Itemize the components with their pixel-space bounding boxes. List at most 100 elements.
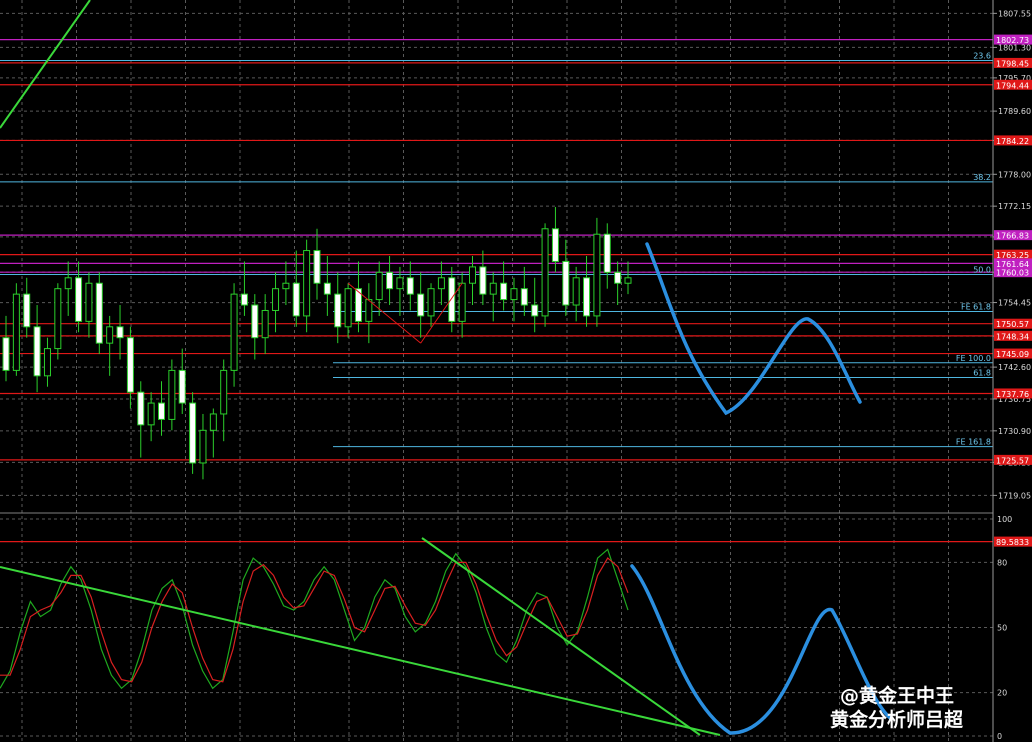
candle-bearish — [95, 282, 103, 344]
candle-bullish — [147, 402, 155, 426]
candle-bullish — [54, 288, 62, 350]
level-tag-label: 1794.44 — [996, 81, 1029, 90]
candle-bearish — [603, 233, 611, 273]
candle-bullish — [282, 282, 290, 290]
candle-bullish — [375, 271, 383, 301]
candle-bearish — [189, 402, 197, 464]
oscillator-axis-label: 20 — [997, 689, 1007, 698]
candle-bearish — [531, 304, 539, 317]
level-tag-label: 1750.57 — [996, 320, 1029, 329]
level-tag-label: 1766.83 — [996, 232, 1029, 241]
price-levels — [0, 38, 993, 461]
level-tag-label: 1737.76 — [996, 390, 1029, 399]
candle-bearish — [75, 277, 83, 322]
level-tag-label: 1760.03 — [996, 269, 1029, 278]
candle-bearish — [2, 337, 10, 371]
fib-label: FE 161.8 — [956, 438, 991, 447]
candle-bullish — [220, 369, 228, 415]
candle-bearish — [417, 293, 425, 317]
price-axis-label: 1719.05 — [998, 491, 1031, 500]
candle-bullish — [12, 293, 20, 371]
candle-bullish — [64, 277, 72, 290]
watermark-line-2: 黄金分析师吕超 — [830, 708, 964, 731]
price-axis-label: 1754.45 — [998, 299, 1031, 308]
level-tag-label: 1748.34 — [996, 332, 1029, 341]
candle-bullish — [396, 277, 404, 290]
oscillator-series-line — [0, 548, 629, 690]
candle-bearish — [292, 282, 300, 317]
candle-bullish — [469, 266, 476, 284]
gold-price-chart: 23.638.250.0FE 61.8FE 100.061.8FE 161.8 … — [0, 0, 1032, 742]
price-axis-label: 1730.90 — [998, 427, 1031, 436]
level-tag-label: 1784.22 — [996, 137, 1029, 146]
zigzag-pattern — [347, 282, 463, 344]
candle-bullish — [230, 293, 238, 371]
candle-bearish — [520, 288, 528, 306]
fib-label: 38.2 — [973, 173, 991, 182]
fibonacci-levels: 23.6 38.2 50.0 FE 61.8 FE 100.0 61.8 FE 161.8 — [0, 51, 993, 448]
candle-bullish — [261, 309, 269, 339]
oscillator-axis: 100 80 50 20 0 — [997, 515, 1012, 741]
candle-bearish — [406, 277, 414, 295]
oscillator-axis-label: 100 — [997, 515, 1012, 524]
candle-bullish — [344, 288, 352, 328]
fib-label: 61.8 — [973, 368, 991, 377]
candle-bearish — [323, 282, 331, 295]
candle-bullish — [593, 233, 601, 317]
candle-bearish — [500, 282, 508, 301]
fib-label: FE 100.0 — [956, 354, 991, 363]
candle-bullish — [272, 288, 280, 311]
level-tag-label: 1802.73 — [996, 36, 1029, 45]
candle-bearish — [479, 266, 487, 295]
oscillator-axis-label: 80 — [997, 558, 1007, 567]
forecast-curve-price — [645, 242, 862, 416]
candle-bearish — [126, 337, 134, 393]
watermark: @黄金王中王 黄金分析师吕超 — [830, 684, 964, 731]
candle-bearish — [551, 228, 559, 262]
candle-bearish — [158, 402, 165, 420]
candle-bullish — [209, 413, 217, 431]
candle-bullish — [427, 288, 435, 317]
candle-bullish — [541, 228, 549, 317]
candle-bullish — [572, 277, 580, 306]
price-axis-label: 1789.60 — [998, 107, 1031, 116]
candlestick-series — [2, 206, 632, 480]
candle-bearish — [583, 277, 591, 317]
price-axis-label: 1807.55 — [998, 9, 1031, 18]
candle-bullish — [624, 277, 632, 284]
oscillator-axis-label: 50 — [997, 624, 1007, 633]
candle-bearish — [240, 293, 248, 306]
level-tag-label: 1745.09 — [996, 350, 1029, 359]
fib-label: 50.0 — [973, 266, 991, 275]
oscillator-trendline-down — [421, 537, 701, 736]
candle-bearish — [386, 271, 394, 290]
watermark-line-1: @黄金王中王 — [840, 684, 954, 707]
candle-bearish — [23, 293, 31, 328]
candle-bullish — [43, 348, 51, 377]
candle-bearish — [334, 293, 342, 328]
candle-bearish — [313, 250, 321, 284]
fib-label: 23.6 — [973, 51, 991, 60]
oscillator-level-tag-label: 89.5833 — [996, 538, 1029, 547]
candle-bullish — [365, 299, 373, 322]
candle-bearish — [448, 277, 456, 322]
candle-bearish — [137, 391, 145, 426]
price-axis-label: 1772.15 — [998, 202, 1031, 211]
level-tag-label: 1725.57 — [996, 456, 1029, 465]
candle-bullish — [458, 282, 466, 322]
candle-bearish — [116, 326, 124, 339]
candle-bullish — [437, 277, 445, 290]
candle-bullish — [489, 282, 497, 295]
forecast-curve-oscillator — [630, 564, 892, 735]
candle-bullish — [85, 282, 93, 322]
candle-bullish — [510, 288, 518, 301]
oscillator-axis-label: 0 — [997, 732, 1002, 741]
candle-bullish — [199, 429, 207, 464]
candle-bearish — [33, 326, 41, 377]
candle-bearish — [251, 304, 259, 339]
candle-bullish — [168, 369, 176, 420]
candle-bearish — [614, 271, 622, 284]
level-tag-label: 1798.45 — [996, 59, 1029, 68]
candle-bearish — [178, 369, 186, 404]
stochastic-oscillator: 89.5833 — [0, 536, 1032, 690]
